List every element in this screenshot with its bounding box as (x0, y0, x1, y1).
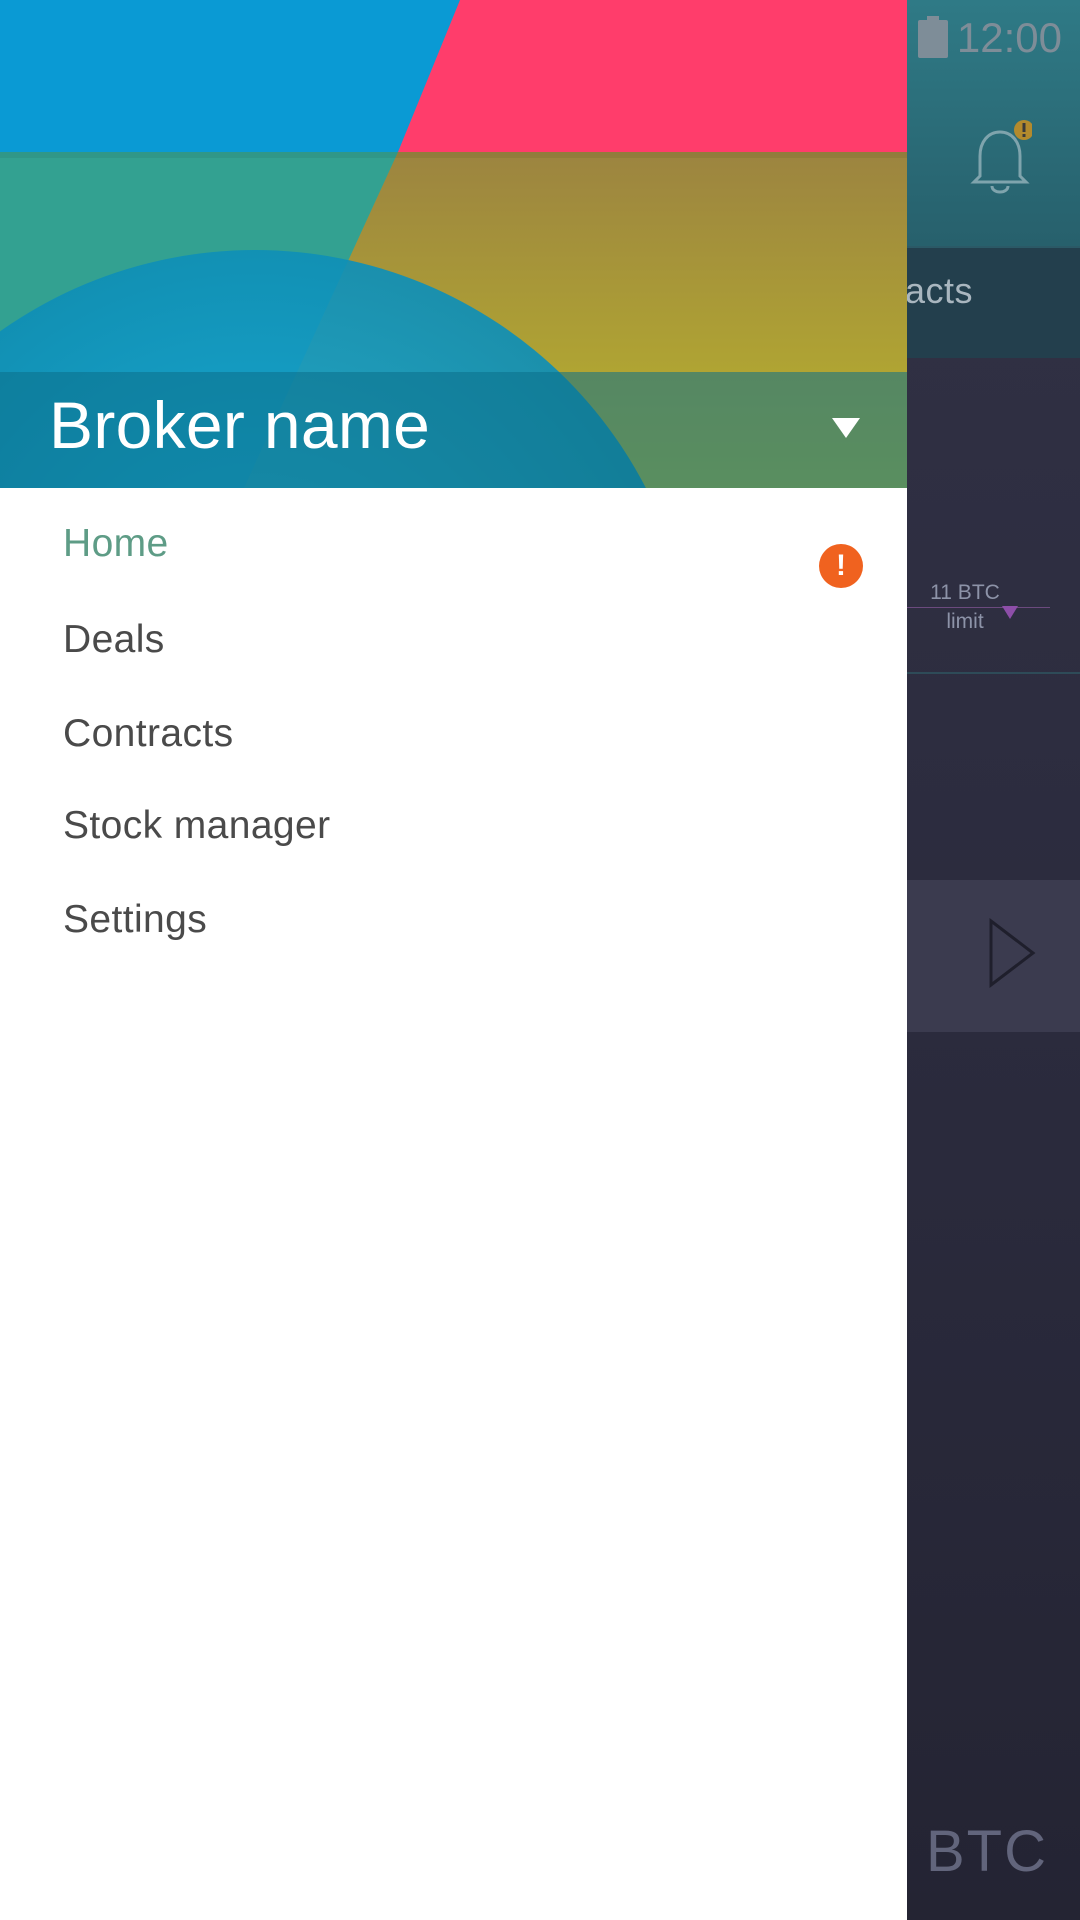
navigation-drawer: Broker name Home ! Deals Contracts Stock… (0, 0, 907, 1920)
limit-marker-icon (1002, 606, 1018, 619)
menu-item-settings[interactable]: Settings (0, 876, 907, 968)
drawer-header: Broker name (0, 0, 907, 488)
currency-label: BTC (926, 1819, 1048, 1884)
limit-line (906, 607, 1050, 608)
menu-item-deals[interactable]: Deals (0, 596, 907, 688)
menu-item-label: Home (63, 522, 169, 565)
section-divider (906, 672, 1080, 674)
menu-item-label: Deals (63, 618, 165, 661)
alert-badge-icon: ! (819, 544, 863, 588)
bell-icon[interactable] (968, 120, 1032, 200)
status-time: 12:00 (956, 14, 1062, 61)
tab-contracts-partial[interactable]: acts (905, 270, 973, 312)
menu-item-stock-manager[interactable]: Stock manager (0, 782, 907, 874)
menu-item-label: Stock manager (63, 804, 331, 847)
broker-name[interactable]: Broker name (49, 387, 430, 463)
play-icon[interactable] (988, 918, 1036, 988)
menu-item-label: Settings (63, 898, 208, 941)
battery-icon (918, 16, 948, 58)
menu-item-label: Contracts (63, 712, 234, 755)
menu-item-home[interactable]: Home ! (0, 500, 907, 592)
caret-down-icon[interactable] (832, 418, 860, 438)
menu-item-contracts[interactable]: Contracts (0, 690, 907, 782)
limit-amount: 11 BTC (930, 581, 1000, 604)
